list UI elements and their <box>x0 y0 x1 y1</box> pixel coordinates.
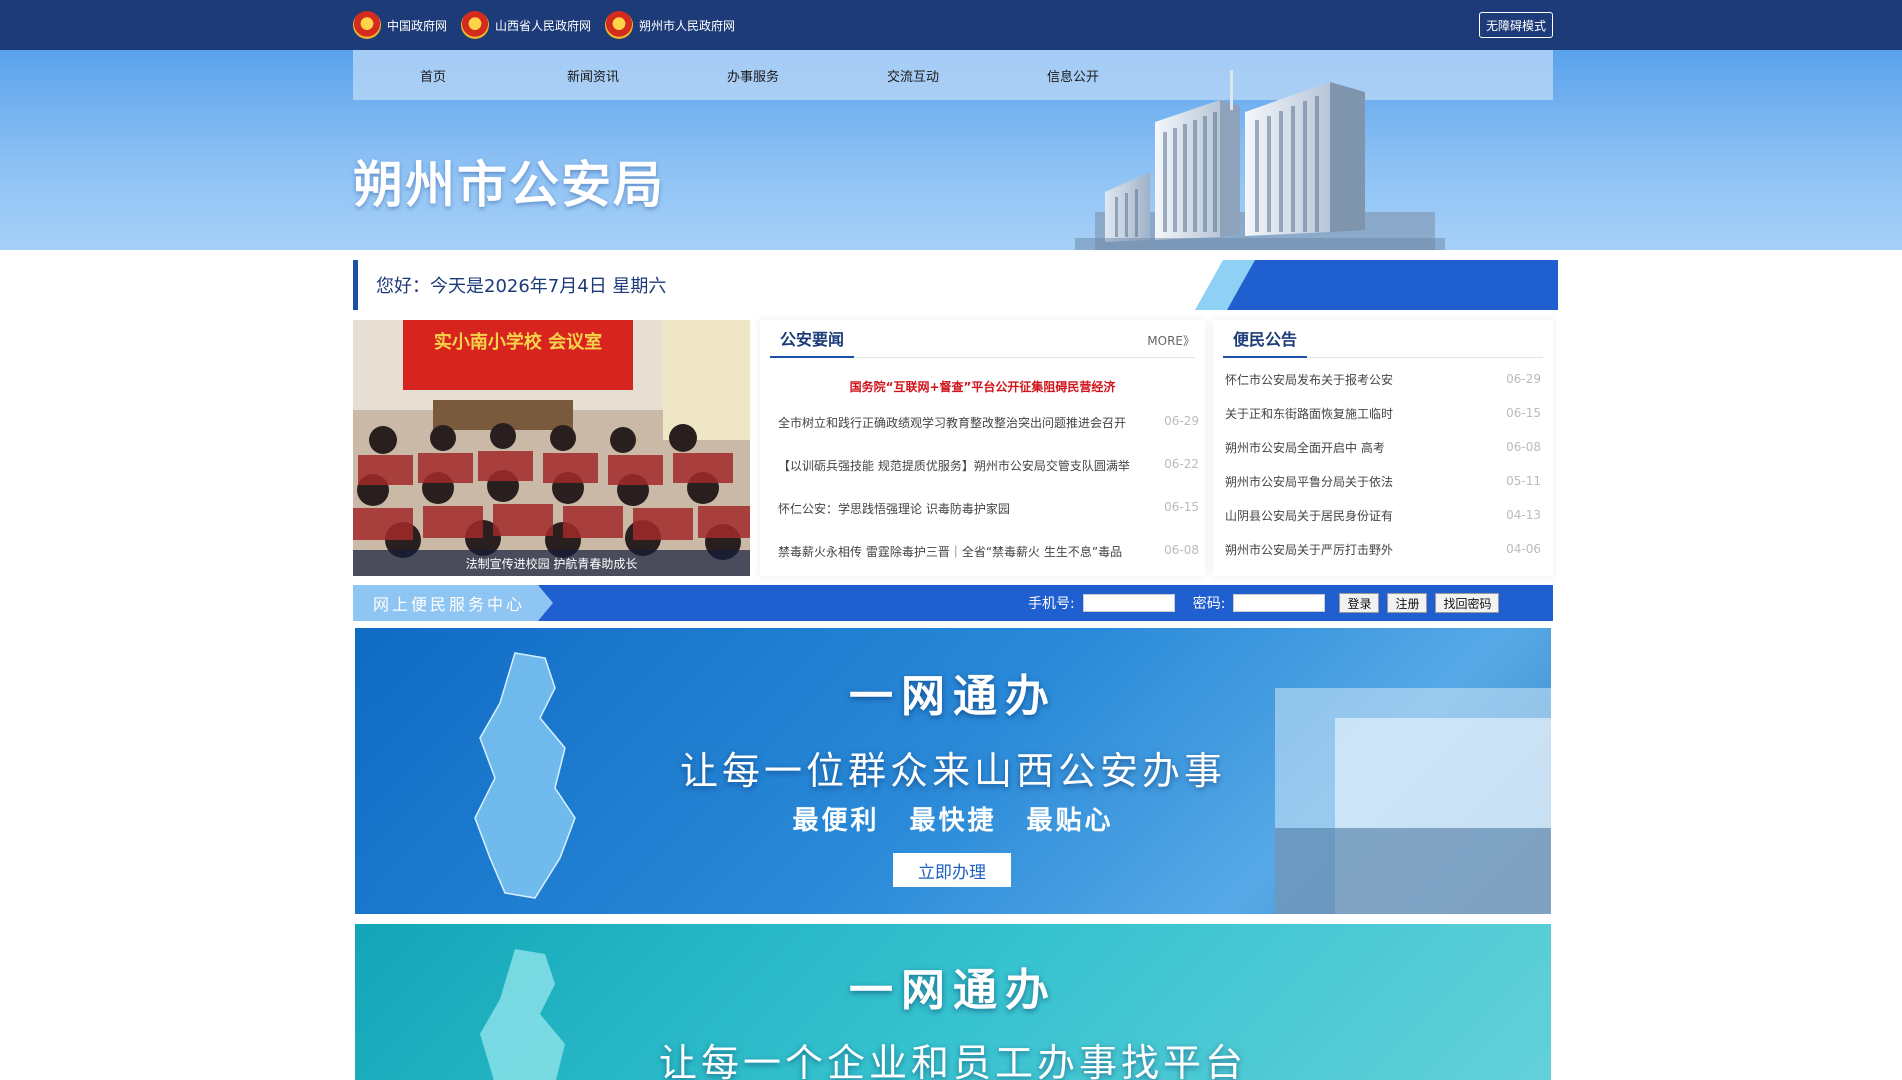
promo-title: 一网通办 <box>849 965 1057 1016</box>
promo-subtitle: 让每一个企业和员工办事找平台 <box>658 1041 1247 1080</box>
classroom-meeting-image: 实小南小学校 会议室 <box>353 320 750 576</box>
headquarters-building-image <box>1075 70 1445 250</box>
nav-news[interactable]: 新闻资讯 <box>513 50 673 100</box>
news-item-title[interactable]: 怀仁公安：学思践悟强理论 识毒防毒护家园 <box>778 500 1010 517</box>
password-input[interactable] <box>1233 594 1326 612</box>
notice-item-title[interactable]: 朔州市公安局全面开启中 高考 <box>1225 439 1385 456</box>
news-panel-header: 公安要闻 MORE》 <box>770 320 1195 358</box>
toplink-label: 中国政府网 <box>387 18 448 33</box>
toplink-china-gov[interactable]: 中国政府网 <box>353 11 447 39</box>
notice-item-title[interactable]: 怀仁市公安局发布关于报考公安 <box>1225 371 1393 388</box>
list-item[interactable]: 怀仁市公安局发布关于报考公安 06-29 <box>1225 362 1541 396</box>
notice-item-title[interactable]: 山阴县公安局关于居民身份证有 <box>1225 507 1393 524</box>
register-button[interactable]: 注册 <box>1387 593 1428 613</box>
promo-tags: 最便利 最快捷 最贴心 <box>792 806 1114 836</box>
government-links: 中国政府网 山西省人民政府网 朔州市人民政府网 <box>353 0 735 50</box>
phone-label: 手机号: <box>1028 596 1075 612</box>
list-item[interactable]: 【以训砺兵强技能 规范提质优服务】朔州市公安局交管支队圆满举 06-22 <box>778 457 1199 500</box>
password-label: 密码: <box>1192 596 1226 612</box>
notice-item-date: 05-11 <box>1506 474 1541 488</box>
enterprise-service-banner[interactable]: 一网通办 让每一个企业和员工办事找平台 <box>355 924 1551 1080</box>
list-item[interactable]: 关于正和东街路面恢复施工临时 06-15 <box>1225 396 1541 430</box>
notice-panel-header: 便民公告 <box>1223 320 1543 358</box>
promo-subtitle: 让每一位群众来山西公安办事 <box>679 749 1226 793</box>
recover-password-button[interactable]: 找回密码 <box>1435 593 1500 613</box>
news-item-title[interactable]: 禁毒薪火永相传 雷霆除毒护三晋｜全省“禁毒薪火 生生不息”毒品 <box>778 543 1122 560</box>
list-item[interactable]: 山阴县公安局关于居民身份证有 04-13 <box>1225 498 1541 532</box>
toplink-label: 山西省人民政府网 <box>495 18 592 33</box>
handle-now-button[interactable]: 立即办理 <box>893 853 1011 887</box>
nav-interaction[interactable]: 交流互动 <box>833 50 993 100</box>
national-emblem-icon <box>353 11 381 39</box>
toplink-label: 朔州市人民政府网 <box>639 18 736 33</box>
greeting-text: 您好：今天是2026年7月4日 星期六 <box>376 276 667 297</box>
news-list: 全市树立和践行正确政绩观学习教育整改整治突出问题推进会召开 06-29 【以训砺兵… <box>778 414 1199 586</box>
public-notice-panel: 便民公告 怀仁市公安局发布关于报考公安 06-29 关于正和东街路面恢复施工临时 0… <box>1213 320 1553 576</box>
toplink-shanxi-gov[interactable]: 山西省人民政府网 <box>461 11 591 39</box>
featured-news-photo[interactable]: 实小南小学校 会议室 法制宣传进校园 护航青春助成长 <box>353 320 750 576</box>
news-panel-title[interactable]: 公安要闻 <box>770 320 855 358</box>
notice-item-date: 04-13 <box>1506 508 1541 522</box>
notice-item-date: 06-15 <box>1506 406 1541 420</box>
sign-text: 实小南小学校 会议室 <box>434 331 602 353</box>
promo-title: 一网通办 <box>849 671 1057 722</box>
notice-item-title[interactable]: 关于正和东街路面恢复施工临时 <box>1225 405 1393 422</box>
list-item[interactable]: 朔州市公安局平鲁分局关于依法 05-11 <box>1225 464 1541 498</box>
national-emblem-icon <box>605 11 634 39</box>
news-item-title[interactable]: 全市树立和践行正确政绩观学习教育整改整治突出问题推进会召开 <box>778 414 1126 431</box>
list-item[interactable]: 朔州市公安局关于严厉打击野外 04-06 <box>1225 532 1541 566</box>
news-item-date: 06-08 <box>1164 543 1199 557</box>
login-button[interactable]: 登录 <box>1339 593 1380 613</box>
top-bar <box>0 0 1902 50</box>
list-item[interactable]: 全市树立和践行正确政绩观学习教育整改整治突出问题推进会召开 06-29 <box>778 414 1199 457</box>
login-form: 手机号: 密码: 登录 注册 找回密码 <box>1028 585 1500 621</box>
notice-item-date: 06-29 <box>1506 372 1541 386</box>
list-item[interactable]: 朔州市公安局全面开启中 高考 06-08 <box>1225 430 1541 464</box>
news-headline[interactable]: 国务院“互联网+督查”平台公开征集阻碍民营经济 <box>770 378 1195 395</box>
police-news-panel: 公安要闻 MORE》 国务院“互联网+督查”平台公开征集阻碍民营经济 全市树立和… <box>760 320 1205 576</box>
news-item-date: 06-22 <box>1164 457 1199 471</box>
notice-item-date: 04-06 <box>1506 542 1541 556</box>
greeting-accent <box>353 260 358 310</box>
national-emblem-icon <box>461 11 490 39</box>
accessibility-mode-button[interactable]: 无障碍模式 <box>1479 12 1553 38</box>
service-center-label: 网上便民服务中心 <box>373 595 526 614</box>
notice-item-title[interactable]: 朔州市公安局平鲁分局关于依法 <box>1225 473 1393 490</box>
list-item[interactable]: 怀仁公安：学思践悟强理论 识毒防毒护家园 06-15 <box>778 500 1199 543</box>
notice-item-date: 06-08 <box>1506 440 1541 454</box>
nav-home[interactable]: 首页 <box>353 50 513 100</box>
site-title: 朔州市公安局 <box>353 155 665 214</box>
notice-item-title[interactable]: 朔州市公安局关于严厉打击野外 <box>1225 541 1393 558</box>
nav-services[interactable]: 办事服务 <box>673 50 833 100</box>
list-item[interactable]: 禁毒薪火永相传 雷霆除毒护三晋｜全省“禁毒薪火 生生不息”毒品 06-08 <box>778 543 1199 586</box>
notice-panel-title[interactable]: 便民公告 <box>1223 320 1308 358</box>
greeting-decoration <box>1195 260 1558 310</box>
notice-list: 怀仁市公安局发布关于报考公安 06-29 关于正和东街路面恢复施工临时 06-15 … <box>1225 362 1541 566</box>
news-more-link[interactable]: MORE》 <box>1147 332 1195 349</box>
phone-input[interactable] <box>1082 594 1175 612</box>
news-item-date: 06-29 <box>1164 414 1199 428</box>
news-item-date: 06-15 <box>1164 500 1199 514</box>
greeting-bar: 您好：今天是2026年7月4日 星期六 <box>353 260 1558 310</box>
online-service-bar: 网上便民服务中心 手机号: 密码: 登录 注册 找回密码 <box>353 585 1553 621</box>
news-item-title[interactable]: 【以训砺兵强技能 规范提质优服务】朔州市公安局交管支队圆满举 <box>778 457 1130 474</box>
toplink-shuozhou-gov[interactable]: 朔州市人民政府网 <box>605 11 735 39</box>
one-stop-service-banner[interactable]: 一网通办 让每一位群众来山西公安办事 最便利 最快捷 最贴心 立即办理 <box>355 628 1551 914</box>
photo-caption: 法制宣传进校园 护航青春助成长 <box>353 550 750 576</box>
